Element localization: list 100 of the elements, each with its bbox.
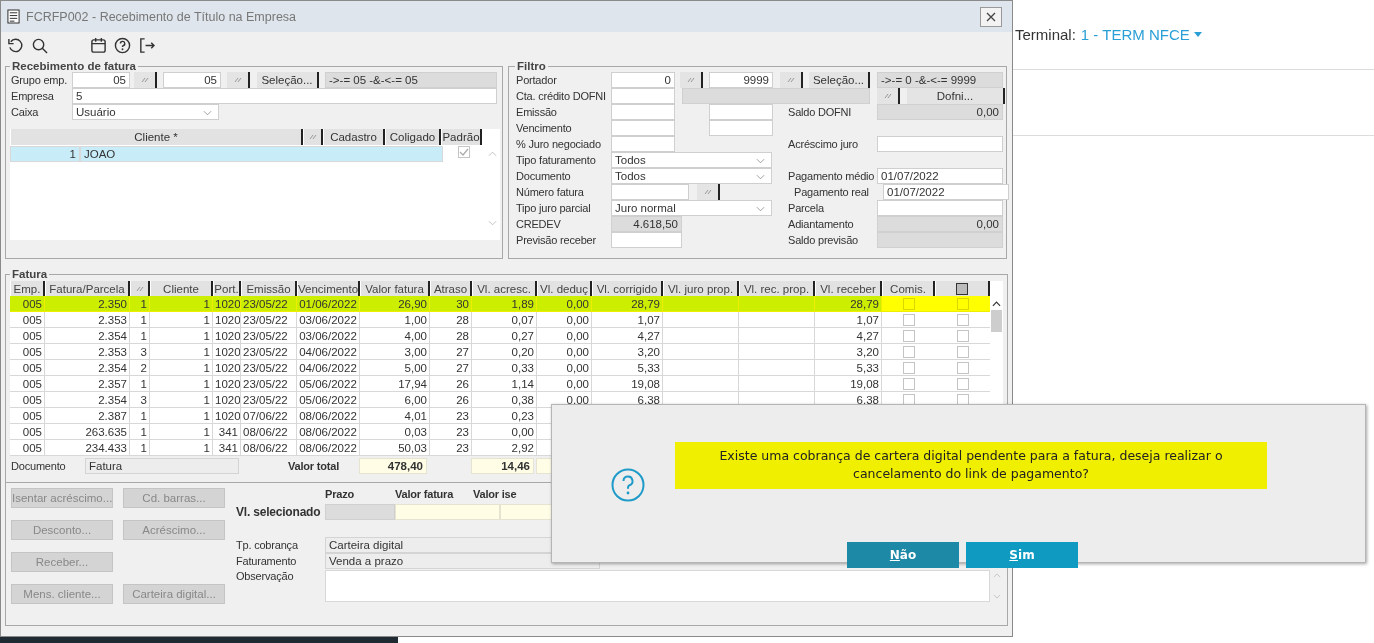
table-row[interactable]: 005 2.354 2 1 1020 23/05/22 04/06/2022 5,00 27 0,33 0,00 5,33 5,33 <box>10 360 990 376</box>
table-row[interactable]: 005 2.354 1 1 1020 23/05/22 03/06/2022 4,00 28 0,27 0,00 4,27 4,27 <box>10 328 990 344</box>
column-header[interactable]: Vl. corrigido <box>592 281 663 296</box>
date-field[interactable]: 01/07/2022 <box>877 168 1003 184</box>
checkbox[interactable] <box>956 314 969 327</box>
chevron-down-icon <box>756 158 765 164</box>
input-field[interactable] <box>611 136 675 152</box>
column-header[interactable]: Vl. acresc. <box>472 281 537 296</box>
lookup-button[interactable] <box>697 184 720 200</box>
column-header[interactable] <box>130 281 150 296</box>
date-field[interactable]: 01/07/2022 <box>883 184 1009 200</box>
input-field[interactable] <box>611 184 689 200</box>
checkbox[interactable] <box>902 314 915 327</box>
input-field[interactable] <box>611 88 675 104</box>
input-field[interactable]: 9999 <box>709 72 773 88</box>
checkbox[interactable] <box>956 298 969 311</box>
total-label: Valor total <box>287 460 340 472</box>
field-label: Documento <box>11 460 67 472</box>
table-cell: 23/05/22 <box>243 361 288 374</box>
table-cell: 1 <box>203 441 210 454</box>
table-row[interactable]: 005 2.350 1 1 1020 23/05/22 01/06/2022 26,90 30 1,89 0,00 28,79 28,79 <box>10 296 990 312</box>
column-header[interactable]: Cliente <box>150 281 213 296</box>
scroll-up-icon[interactable] <box>992 301 1001 307</box>
dropdown[interactable]: Todos <box>611 152 772 168</box>
checkbox[interactable] <box>956 378 969 391</box>
search-icon[interactable] <box>31 36 48 54</box>
table-cell: 23/05/22 <box>243 329 288 342</box>
checkbox[interactable] <box>956 362 969 375</box>
table-cell: 19,08 <box>850 377 879 390</box>
lookup-button[interactable] <box>877 88 900 104</box>
scroll-thumb[interactable] <box>991 310 1002 332</box>
table-cell: 3,20 <box>856 345 879 358</box>
input-field[interactable]: 0 <box>611 72 675 88</box>
input-field[interactable] <box>709 104 773 120</box>
checkbox[interactable] <box>902 378 915 391</box>
checkbox[interactable] <box>956 330 969 343</box>
lookup-button[interactable] <box>134 72 157 88</box>
column-header[interactable]: Vl. juro prop. <box>663 281 739 296</box>
input-field[interactable]: 5 <box>72 88 497 104</box>
input-field[interactable] <box>709 120 773 136</box>
input-field[interactable] <box>611 232 682 248</box>
input-field[interactable] <box>877 200 1003 216</box>
field-label: Pagamento real <box>794 186 870 198</box>
table-cell: 3 <box>140 393 147 406</box>
checkbox[interactable] <box>902 330 915 343</box>
table-cell: 1020 <box>215 345 240 358</box>
column-header[interactable]: Comis. <box>882 281 935 296</box>
checkbox[interactable] <box>956 346 969 359</box>
column-header[interactable]: Padrão <box>441 129 482 145</box>
column-header[interactable]: Emp. <box>10 281 45 296</box>
input-field[interactable]: 05 <box>163 72 221 88</box>
close-button[interactable] <box>980 6 1002 27</box>
calendar-icon[interactable] <box>90 36 107 54</box>
table-row[interactable]: 005 2.357 1 1 1020 23/05/22 05/06/2022 17,94 26 1,14 0,00 19,08 19,08 <box>10 376 990 392</box>
lookup-button[interactable] <box>680 72 703 88</box>
column-header[interactable] <box>935 281 990 296</box>
help-icon[interactable] <box>114 36 131 54</box>
dropdown[interactable]: Todos <box>611 168 772 184</box>
column-header[interactable]: Emissão <box>241 281 297 296</box>
column-header[interactable]: Valor fatura <box>360 281 430 296</box>
checkbox[interactable] <box>902 298 915 311</box>
selection-button[interactable]: Seleção... <box>257 72 319 88</box>
text-area[interactable] <box>325 570 990 602</box>
checkbox[interactable] <box>902 346 915 359</box>
column-header[interactable]: Cliente * <box>10 129 303 145</box>
column-header[interactable]: Atraso <box>430 281 472 296</box>
table-row[interactable]: 005 2.353 1 1 1020 23/05/22 03/06/2022 1,00 28 0,07 0,00 1,07 1,07 <box>10 312 990 328</box>
checkbox[interactable] <box>902 362 915 375</box>
table-cell: 1 <box>203 313 210 326</box>
table-cell: 0,00 <box>566 297 589 310</box>
column-header[interactable] <box>303 129 323 145</box>
input-field[interactable] <box>877 136 1003 152</box>
input-field[interactable] <box>611 104 675 120</box>
column-header[interactable]: Port. <box>213 281 241 296</box>
column-header[interactable]: Vl. deduç <box>537 281 592 296</box>
input-field[interactable] <box>611 120 675 136</box>
dofni-button[interactable]: Dofni... <box>907 88 1005 104</box>
table-cell: 263.635 <box>85 425 127 438</box>
exit-icon[interactable] <box>138 36 155 54</box>
table-row[interactable]: 005 2.353 3 1 1020 23/05/22 04/06/2022 3,00 27 0,20 0,00 3,20 3,20 <box>10 344 990 360</box>
table-cell: 28 <box>456 329 469 342</box>
lookup-button[interactable] <box>780 72 803 88</box>
table-cell: 19,08 <box>631 377 660 390</box>
column-header[interactable]: Vencimento <box>297 281 360 296</box>
input-field[interactable]: 05 <box>72 72 130 88</box>
checkbox[interactable] <box>457 146 470 158</box>
table-cell: 1,07 <box>637 313 660 326</box>
column-header[interactable]: Fatura/Parcela <box>45 281 130 296</box>
lookup-button[interactable] <box>227 72 250 88</box>
undo-icon[interactable] <box>7 36 24 54</box>
caixa-dropdown[interactable]: Usuário <box>72 104 219 120</box>
column-header[interactable]: Vl. receber <box>815 281 882 296</box>
dialog-button[interactable]: Não <box>847 542 959 568</box>
column-header[interactable]: Coligado <box>385 129 441 145</box>
dropdown[interactable]: Juro normal <box>611 200 772 216</box>
scroll-down-icon[interactable] <box>488 220 497 226</box>
column-header[interactable]: Vl. rec. prop. <box>739 281 815 296</box>
selection-button[interactable]: Seleção... <box>809 72 870 88</box>
column-header[interactable]: Cadastro <box>323 129 385 145</box>
scroll-down-icon[interactable] <box>992 594 1001 599</box>
